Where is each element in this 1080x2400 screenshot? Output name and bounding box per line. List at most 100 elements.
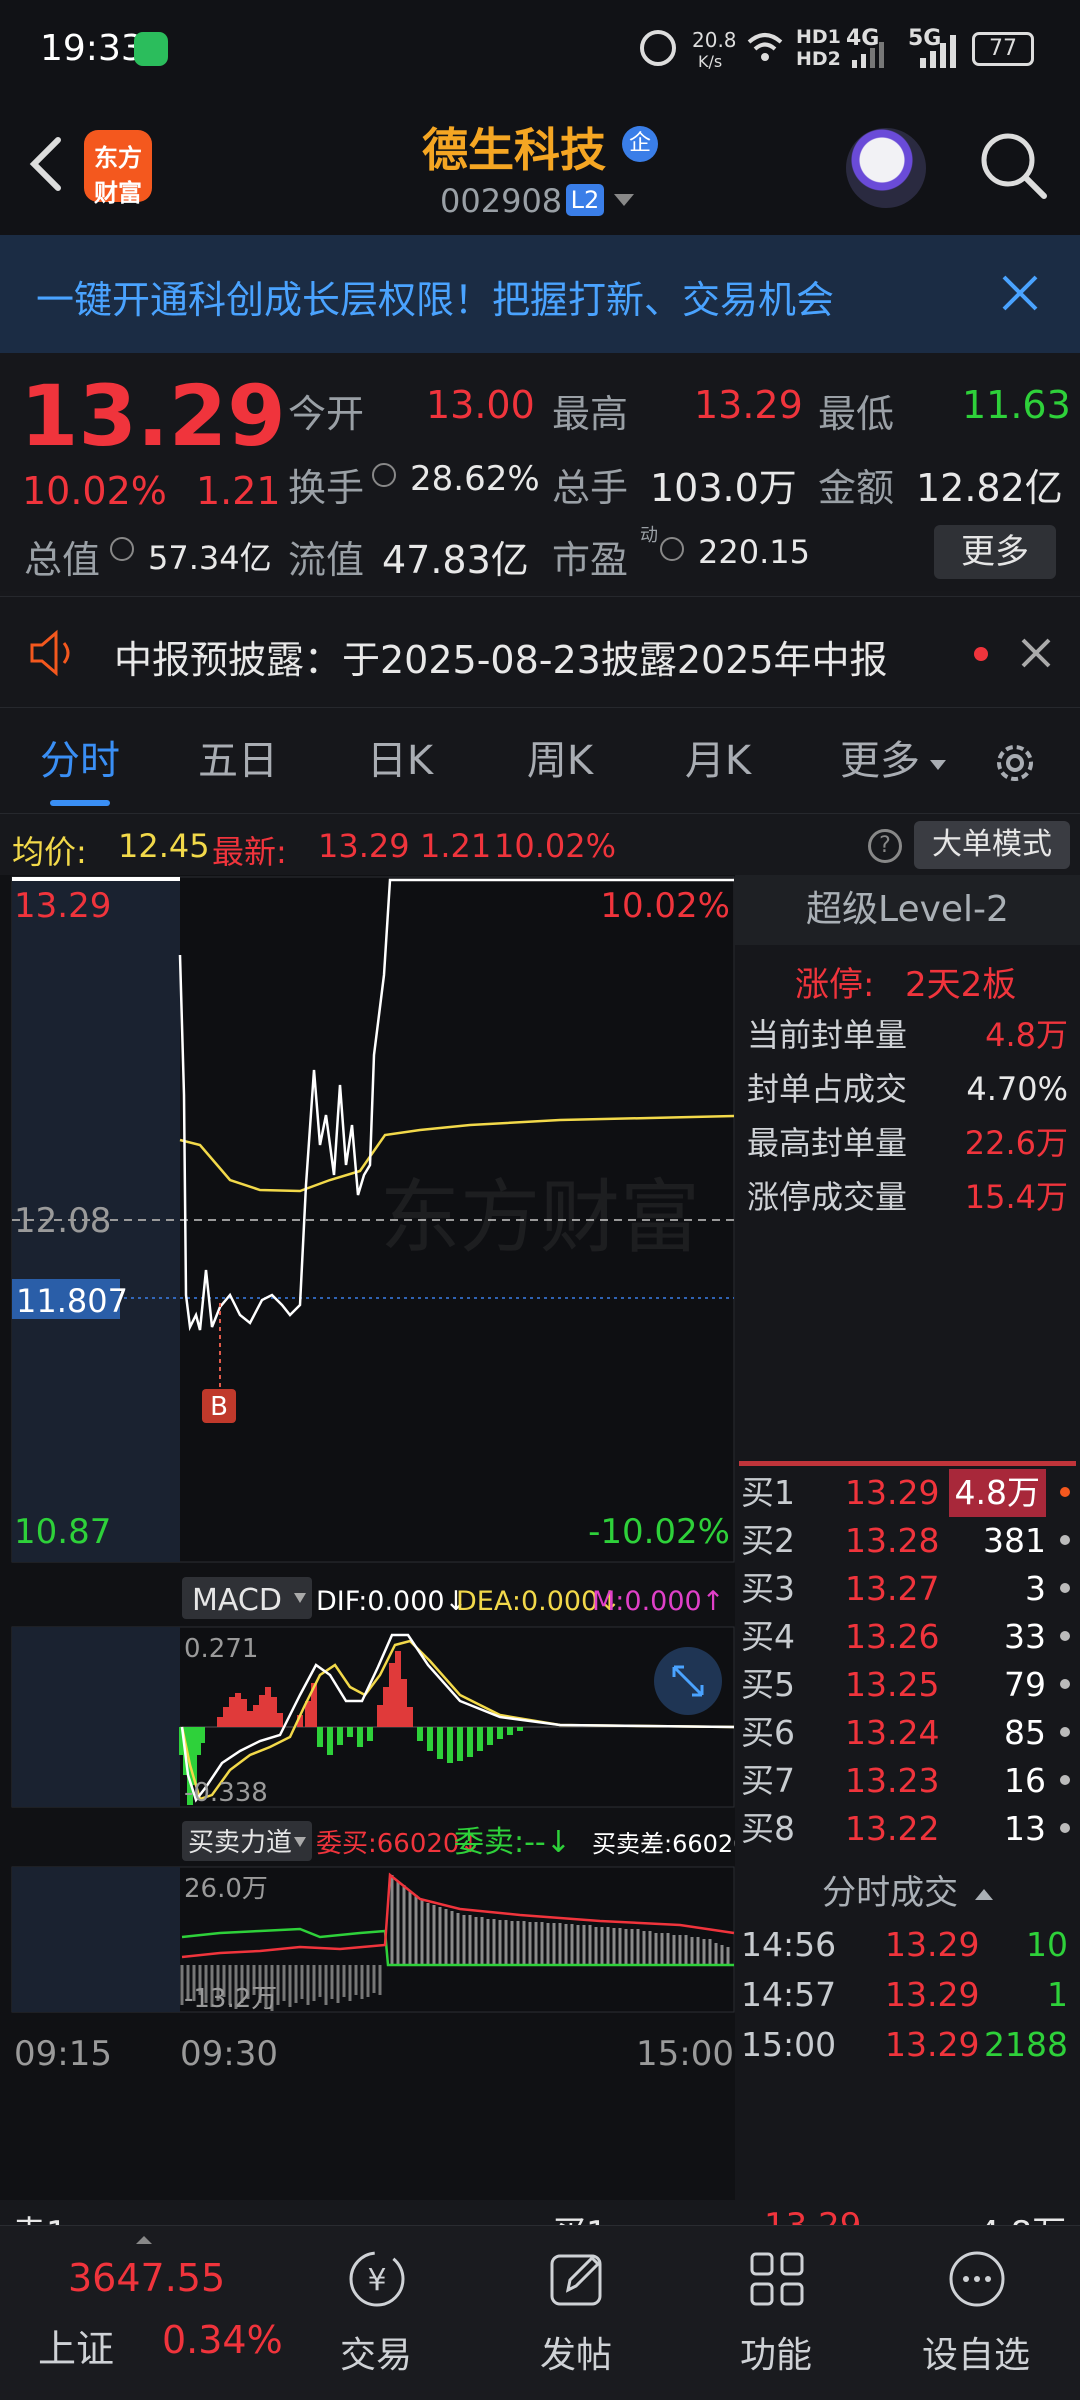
tick-price: 13.29 bbox=[885, 1925, 980, 1964]
tick-time: 14:56 bbox=[741, 1925, 837, 1964]
low-value: 11.63 bbox=[962, 383, 1071, 427]
dropdown-icon[interactable] bbox=[614, 194, 634, 206]
tab-daily-k[interactable]: 日K bbox=[340, 708, 460, 814]
close-icon[interactable] bbox=[1000, 273, 1040, 313]
search-icon[interactable] bbox=[976, 128, 1052, 204]
seal-volume-row: 当前封单量 4.8万 bbox=[735, 1011, 1080, 1059]
nav-trade[interactable]: ¥ 交易 bbox=[276, 2226, 476, 2400]
axis-bottom-price: 10.87 bbox=[14, 1512, 111, 1552]
order-book-row[interactable]: 买7 13.23 16 bbox=[735, 1757, 1080, 1805]
order-qty: 3 bbox=[1025, 1569, 1046, 1608]
notice-text[interactable]: 中报预披露：于2025-08-23披露2025年中报 bbox=[114, 629, 888, 684]
info-icon[interactable] bbox=[660, 537, 684, 561]
tick-row: 14:57 13.29 1 bbox=[735, 1971, 1080, 2019]
tick-time: 15:00 bbox=[741, 2025, 837, 2064]
more-button[interactable]: 更多 bbox=[934, 525, 1056, 579]
buy1-label: 买1 bbox=[552, 2206, 608, 2225]
info-icon[interactable] bbox=[110, 537, 134, 561]
limit-volume-label: 涨停成交量 bbox=[747, 1178, 908, 1216]
level2-title[interactable]: 超级Level-2 bbox=[735, 875, 1080, 945]
buy-sell-diff: 买卖差:66020↓ bbox=[592, 1830, 735, 1858]
nav-post-label: 发帖 bbox=[539, 2335, 612, 2376]
index-name: 上证 bbox=[38, 2327, 115, 2371]
order-book-row[interactable]: 买3 13.27 3 bbox=[735, 1565, 1080, 1613]
order-price: 13.27 bbox=[845, 1569, 940, 1608]
order-book-row[interactable]: 买5 13.25 79 bbox=[735, 1661, 1080, 1709]
macd-min-label: -0.338 bbox=[184, 1778, 268, 1808]
ticks-title[interactable]: 分时成交 bbox=[822, 1873, 958, 1913]
promo-banner[interactable]: 一键开通科创成长层权限！把握打新、交易机会 bbox=[0, 235, 1080, 353]
help-icon[interactable]: ? bbox=[868, 829, 902, 863]
axis-top-price: 13.29 bbox=[14, 886, 111, 926]
order-level-label: 买5 bbox=[741, 1665, 795, 1704]
limit-volume-row: 涨停成交量 15.4万 bbox=[735, 1173, 1080, 1221]
tab-monthly-k[interactable]: 月K bbox=[658, 708, 778, 814]
hd1-label: HD1 bbox=[796, 26, 841, 48]
ticks-title-row[interactable]: 分时成交 bbox=[735, 1865, 1080, 1913]
nav-post[interactable]: 发帖 bbox=[476, 2226, 676, 2400]
nav-watchlist[interactable]: 设自选 bbox=[876, 2226, 1076, 2400]
seal-volume-value: 4.8万 bbox=[985, 1016, 1068, 1054]
clock: 19:33 bbox=[40, 28, 144, 69]
tab-more[interactable]: 更多 bbox=[820, 708, 940, 814]
intraday-chart-area[interactable]: 东方财富 B 13.29 10.02% 12.08 11.807 10.87 -… bbox=[0, 875, 735, 2200]
order-level-label: 买6 bbox=[741, 1713, 795, 1752]
flow-preopen-region bbox=[12, 1867, 180, 2012]
wifi-icon bbox=[745, 28, 785, 68]
order-book-row[interactable]: 买6 13.24 85 bbox=[735, 1709, 1080, 1757]
order-qty: 13 bbox=[1004, 1809, 1046, 1848]
current-price-tag-label: 11.807 bbox=[16, 1282, 128, 1320]
time-axis-open: 09:30 bbox=[180, 2034, 278, 2074]
order-dot bbox=[1060, 1487, 1070, 1497]
order-qty: 4.8万 bbox=[948, 1469, 1046, 1517]
dropdown-icon[interactable] bbox=[930, 760, 946, 770]
tab-five-day[interactable]: 五日 bbox=[178, 708, 298, 814]
time-axis-start: 09:15 bbox=[14, 2034, 112, 2074]
stock-header: 东方 财富 德生科技 企 002908 L2 bbox=[0, 100, 1080, 235]
orderbook-divider bbox=[739, 1461, 1076, 1466]
wei-sell: 委卖:--↓ bbox=[454, 1825, 571, 1860]
order-price: 13.23 bbox=[845, 1761, 940, 1800]
tab-weekly-k[interactable]: 周K bbox=[500, 708, 620, 814]
notice-bar[interactable]: 中报预披露：于2025-08-23披露2025年中报 bbox=[0, 596, 1080, 708]
order-dot bbox=[1060, 1535, 1070, 1545]
gear-icon[interactable] bbox=[990, 738, 1040, 788]
nav-functions[interactable]: 功能 bbox=[676, 2226, 876, 2400]
app-logo[interactable]: 东方 财富 bbox=[84, 130, 152, 207]
level2-badge[interactable]: L2 bbox=[566, 184, 604, 216]
banner-text[interactable]: 一键开通科创成长层权限！把握打新、交易机会 bbox=[36, 269, 834, 324]
order-level-label: 买9 bbox=[741, 1853, 795, 1859]
tab-intraday[interactable]: 分时 bbox=[20, 708, 140, 814]
order-book-row[interactable]: 买1 13.29 4.8万 bbox=[735, 1469, 1080, 1517]
tick-row: 14:56 13.29 10 bbox=[735, 1921, 1080, 1969]
intraday-chart-svg[interactable]: 东方财富 B 13.29 10.02% 12.08 11.807 10.87 -… bbox=[0, 875, 735, 2200]
dif-value: DIF:0.000↓ bbox=[316, 1586, 467, 1617]
info-icon[interactable] bbox=[372, 463, 396, 487]
seal-volume-label: 当前封单量 bbox=[747, 1016, 908, 1054]
tick-price: 13.29 bbox=[885, 2025, 980, 2064]
index-value: 3647.55 bbox=[68, 2256, 226, 2300]
close-icon[interactable] bbox=[1020, 637, 1052, 669]
back-icon[interactable] bbox=[22, 134, 68, 194]
order-book-row[interactable]: 买2 13.28 381 bbox=[735, 1517, 1080, 1565]
nav-functions-label: 功能 bbox=[739, 2335, 812, 2376]
order-dot bbox=[1060, 1823, 1070, 1833]
alarm-icon bbox=[640, 30, 676, 66]
net-speed: 20.8 bbox=[692, 28, 737, 52]
nav-watchlist-label: 设自选 bbox=[921, 2335, 1030, 2376]
tick-qty: 2188 bbox=[984, 2025, 1068, 2064]
order-book[interactable]: 买1 13.29 4.8万 买2 13.28 381 买3 13.27 3 买4 13.26 33 买5… bbox=[735, 1469, 1080, 1859]
robot-assistant-icon[interactable] bbox=[846, 128, 926, 208]
latest-label: 最新: bbox=[212, 833, 287, 871]
index-ticker[interactable]: 3647.55 上证 0.34% bbox=[10, 2226, 283, 2400]
avg-label: 均价: bbox=[12, 833, 87, 871]
order-book-row[interactable]: 买8 13.22 13 bbox=[735, 1805, 1080, 1853]
big-order-mode-button[interactable]: 大单模式 bbox=[914, 821, 1070, 869]
seal-ratio-row: 封单占成交 4.70% bbox=[735, 1065, 1080, 1113]
sell1-label: 卖1 bbox=[12, 2206, 68, 2225]
nav-trade-label: 交易 bbox=[339, 2335, 412, 2376]
mktcap-value: 57.34亿 bbox=[148, 539, 272, 577]
order-book-row[interactable]: 买9 13.21 5 bbox=[735, 1853, 1080, 1859]
order-book-row[interactable]: 买4 13.26 33 bbox=[735, 1613, 1080, 1661]
open-label: 今开 bbox=[288, 392, 365, 436]
